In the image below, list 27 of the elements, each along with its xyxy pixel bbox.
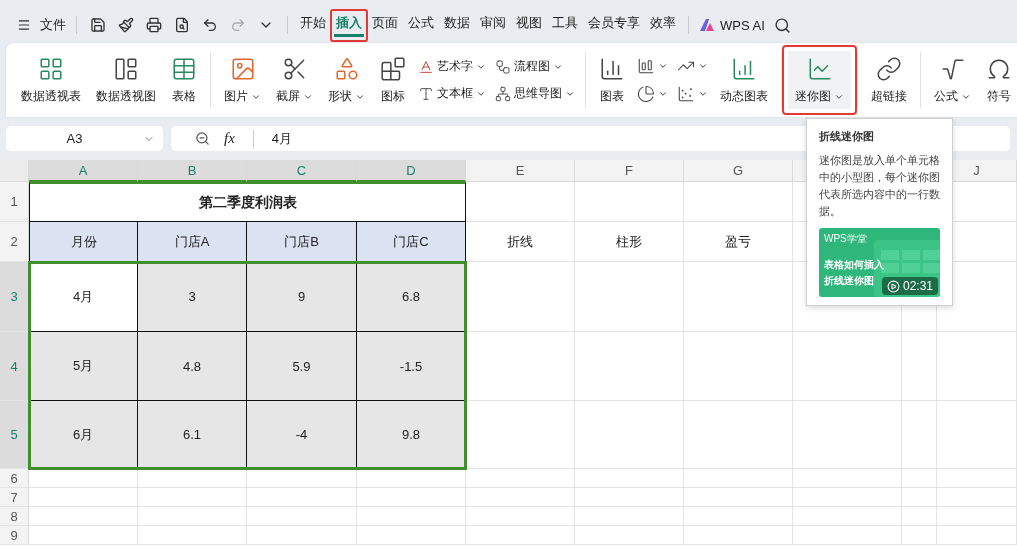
table-header-cell: 门店A [138, 222, 247, 262]
table-cell: 3 [138, 262, 247, 332]
tooltip-text: 迷你图是放入单个单元格中的小型图，每个迷你图代表所选内容中的一行数据。 [819, 153, 940, 219]
table-header-cell: 门店B [247, 222, 357, 262]
table-cell: 盈亏 [684, 222, 793, 262]
table-cell: 6.1 [138, 401, 247, 469]
table-cell: -1.5 [357, 332, 466, 401]
video-title: 折线迷你图 [824, 274, 874, 288]
video-duration: 02:31 [881, 277, 938, 295]
table-header-cell: 门店C [357, 222, 466, 262]
function-label: fx [224, 130, 235, 147]
table-cell: 5月 [29, 332, 138, 401]
tooltip-title: 折线迷你图 [819, 129, 875, 144]
table-header-cell: 月份 [29, 222, 138, 262]
table-cell: 5.9 [247, 332, 357, 401]
table-cell: -4 [247, 401, 357, 469]
table-cell: 9.8 [357, 401, 466, 469]
table-cell: 4.8 [138, 332, 247, 401]
video-title: 表格如何插入 [824, 258, 884, 272]
table-cell: 4月 [29, 262, 138, 332]
table-cell: 6月 [29, 401, 138, 469]
table-cell: 9 [247, 262, 357, 332]
title-cell: 第二季度利润表 [29, 182, 466, 222]
table-cell: 6.8 [357, 262, 466, 332]
table-cell: 折线 [466, 222, 575, 262]
table-cell: 柱形 [575, 222, 684, 262]
video-brand: WPS学堂 [824, 232, 867, 246]
